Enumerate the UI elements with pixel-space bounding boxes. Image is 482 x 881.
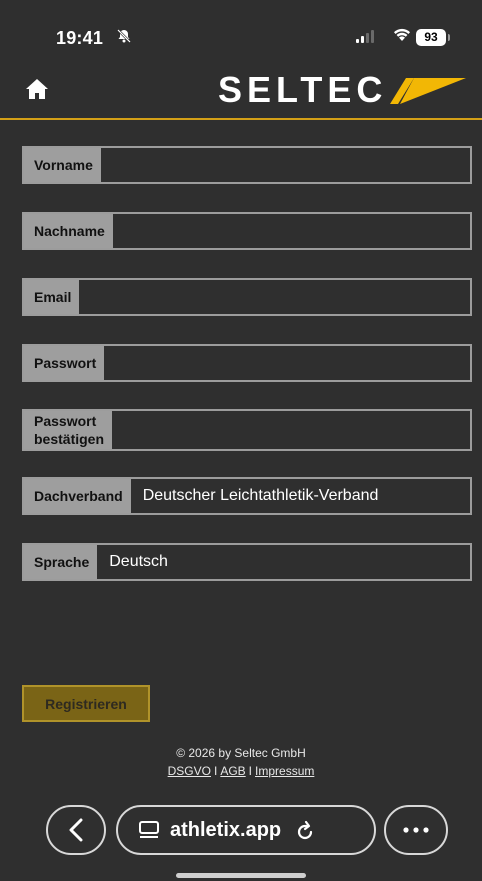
url-text: athletix.app — [170, 818, 282, 841]
reload-icon[interactable] — [295, 819, 315, 841]
federation-field: Dachverband Deutscher Leichtathletik-Ver… — [22, 477, 472, 515]
silent-mode-icon — [116, 28, 132, 48]
password-confirm-input[interactable] — [124, 411, 470, 449]
agb-link[interactable]: AGB — [220, 764, 245, 778]
password-confirm-field: Passwort bestätigen — [22, 409, 472, 451]
first-name-input[interactable] — [112, 148, 470, 182]
first-name-label: Vorname — [24, 148, 101, 182]
footer: © 2026 by Seltec GmbH DSGVO I AGB I Impressu… — [0, 744, 482, 780]
federation-select[interactable]: Deutscher Leichtathletik-Verband — [130, 479, 470, 513]
more-button[interactable] — [384, 805, 448, 855]
seltec-logo: SELTEC — [218, 72, 468, 108]
back-button[interactable] — [46, 805, 106, 855]
more-icon — [403, 827, 429, 833]
chevron-left-icon — [69, 818, 83, 842]
link-separator: I — [213, 764, 218, 778]
dsgvo-link[interactable]: DSGVO — [168, 764, 211, 778]
tab-icon — [138, 820, 160, 840]
email-input[interactable] — [91, 280, 470, 314]
password-label: Passwort — [24, 346, 105, 380]
language-field: Sprache Deutsch — [22, 543, 472, 581]
last-name-field: Nachname — [22, 212, 472, 250]
app-header: SELTEC — [0, 70, 482, 118]
home-indicator — [176, 873, 306, 878]
status-time: 19:41 — [56, 28, 104, 48]
password-input[interactable] — [116, 346, 470, 380]
cellular-signal-icon — [356, 30, 374, 43]
last-name-input[interactable] — [124, 214, 470, 248]
federation-label: Dachverband — [24, 479, 131, 513]
register-button[interactable]: Registrieren — [22, 685, 150, 722]
home-icon[interactable] — [24, 76, 50, 102]
copyright-text: © 2026 by Seltec GmbH — [176, 746, 306, 760]
impressum-link[interactable]: Impressum — [255, 764, 314, 778]
status-bar: 19:41 93 — [0, 0, 482, 70]
language-label: Sprache — [24, 545, 98, 579]
last-name-label: Nachname — [24, 214, 113, 248]
address-bar[interactable]: athletix.app — [116, 805, 376, 855]
browser-toolbar: athletix.app — [0, 790, 482, 881]
battery-indicator: 93 — [416, 29, 450, 46]
password-confirm-label: Passwort bestätigen — [24, 411, 113, 449]
password-field: Passwort — [22, 344, 472, 382]
header-divider — [0, 118, 482, 120]
wifi-icon — [392, 26, 412, 47]
first-name-field: Vorname — [22, 146, 472, 184]
link-separator: I — [248, 764, 253, 778]
language-select[interactable]: Deutsch — [97, 545, 470, 579]
email-label: Email — [24, 280, 80, 314]
footer-links: DSGVO I AGB I Impressum — [0, 762, 482, 780]
email-field: Email — [22, 278, 472, 316]
